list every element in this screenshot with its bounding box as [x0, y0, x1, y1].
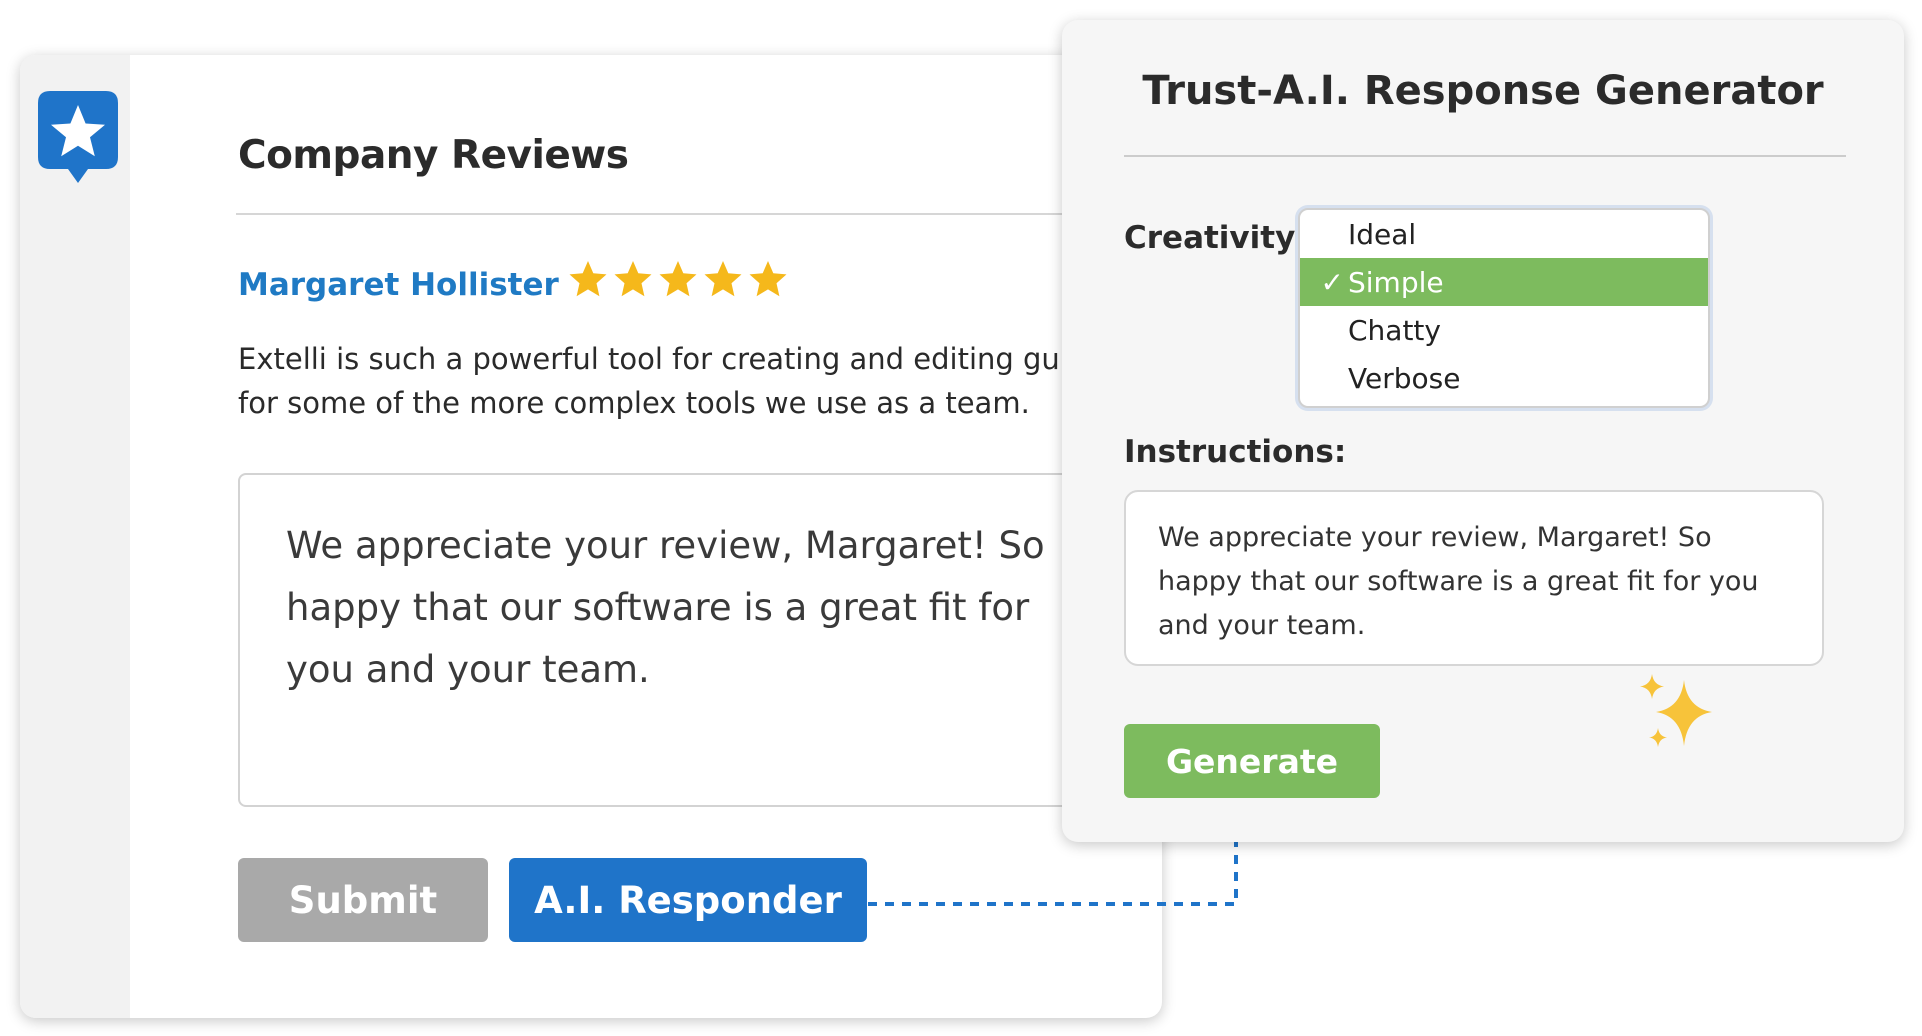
response-text: We appreciate your review, Margaret! So …	[286, 524, 1045, 691]
creativity-option-verbose[interactable]: Verbose	[1300, 354, 1708, 402]
option-label: Ideal	[1348, 217, 1417, 251]
star-badge-icon[interactable]	[38, 91, 118, 187]
submit-button[interactable]: Submit	[238, 858, 488, 942]
instructions-label: Instructions:	[1124, 434, 1347, 470]
creativity-label: Creativity:	[1124, 220, 1308, 256]
stage: Company Reviews Margaret Hollister Extel…	[0, 0, 1922, 1036]
creativity-option-ideal[interactable]: Ideal	[1300, 210, 1708, 258]
divider	[1124, 155, 1846, 157]
check-icon: ✓	[1320, 265, 1344, 299]
option-label: Verbose	[1348, 361, 1461, 395]
page-title: Company Reviews	[238, 133, 629, 178]
star-icon	[704, 261, 742, 297]
generate-button[interactable]: Generate	[1124, 724, 1380, 798]
generator-title: Trust-A.I. Response Generator	[1142, 68, 1824, 114]
sparkles-icon	[1640, 674, 1712, 747]
star-rating	[568, 259, 788, 299]
company-reviews-card: Company Reviews Margaret Hollister Extel…	[20, 55, 1162, 1018]
reviewer-name[interactable]: Margaret Hollister	[238, 267, 559, 303]
star-icon	[614, 261, 652, 297]
creativity-dropdown[interactable]: Ideal ✓ Simple Chatty Verbose	[1298, 208, 1710, 408]
star-icon	[569, 261, 607, 297]
option-label: Simple	[1348, 265, 1444, 299]
review-line: for some of the more complex tools we us…	[238, 386, 1030, 420]
creativity-option-chatty[interactable]: Chatty	[1300, 306, 1708, 354]
divider	[236, 213, 1096, 215]
star-icon	[749, 261, 787, 297]
review-line: Extelli is such a powerful tool for crea…	[238, 342, 1120, 376]
ai-responder-button[interactable]: A.I. Responder	[509, 858, 867, 942]
star-icon	[659, 261, 697, 297]
side-rail	[20, 55, 130, 1018]
creativity-option-simple[interactable]: ✓ Simple	[1300, 258, 1708, 306]
response-generator-card: Trust-A.I. Response Generator Creativity…	[1062, 20, 1904, 842]
option-label: Chatty	[1348, 313, 1441, 347]
instructions-text: We appreciate your review, Margaret! So …	[1158, 522, 1759, 641]
review-text: Extelli is such a powerful tool for crea…	[238, 337, 1162, 425]
